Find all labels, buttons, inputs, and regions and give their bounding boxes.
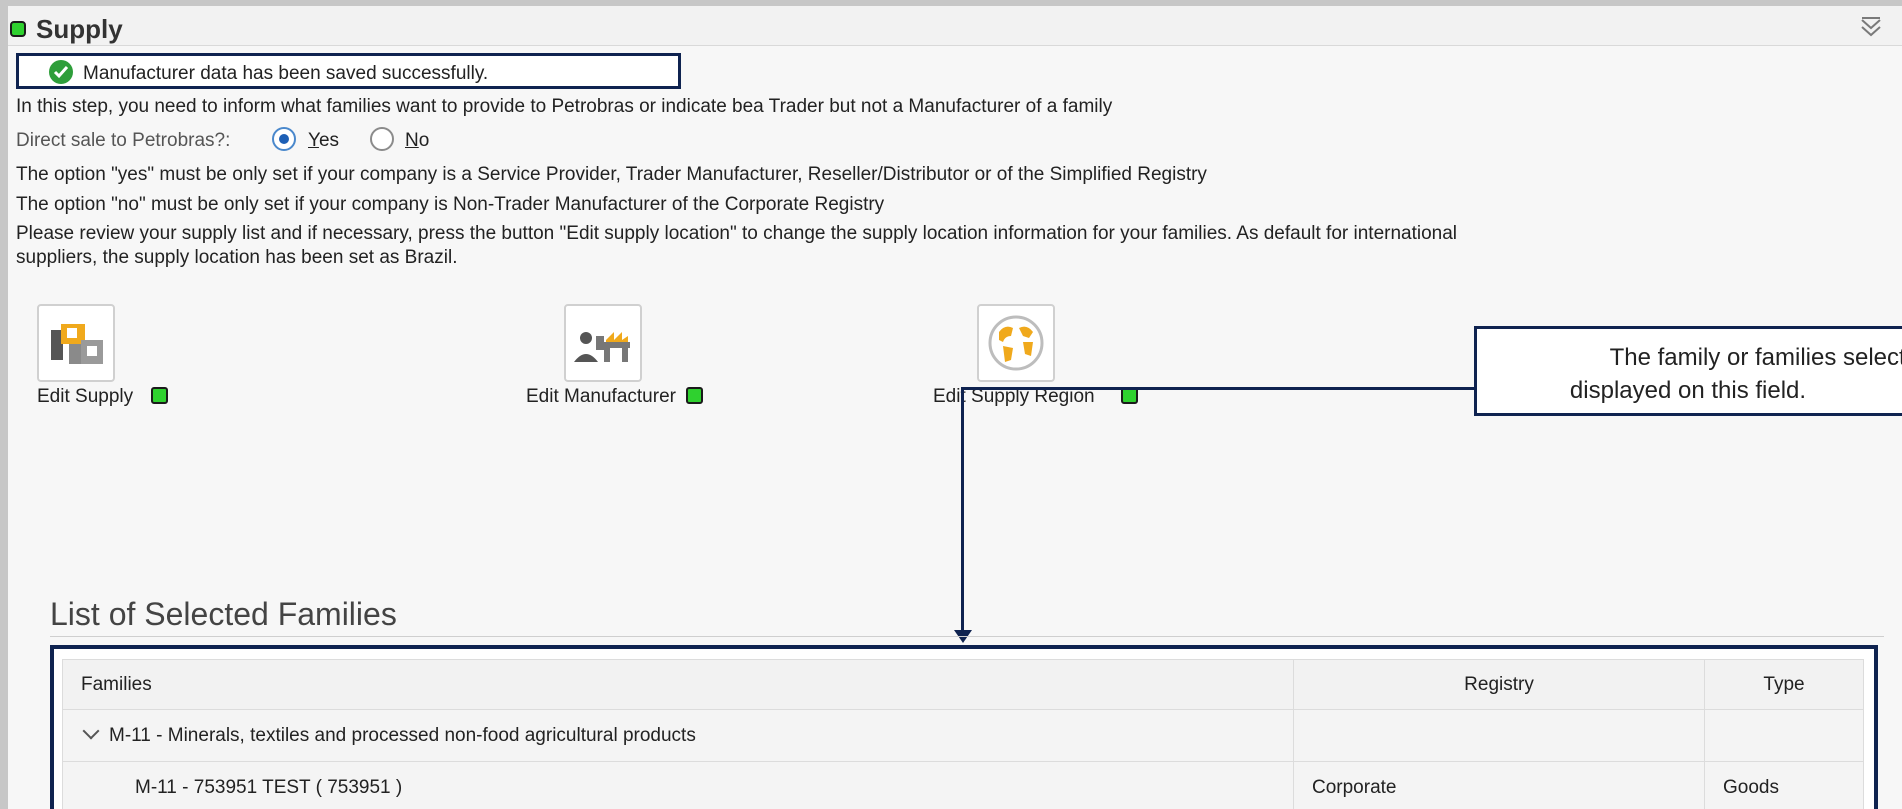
table-group-row[interactable]: M-11 - Minerals, textiles and processed …	[62, 709, 1864, 762]
families-table: Families Registry Type M-11 - Minerals, …	[62, 659, 1864, 809]
panel-title: Supply	[36, 14, 123, 44]
edit-supply-button[interactable]	[37, 304, 115, 382]
edit-supply-region-button[interactable]	[977, 304, 1055, 382]
edit-supply-label[interactable]: Edit Supply	[37, 386, 133, 408]
table-header-row: Families Registry Type	[62, 659, 1864, 710]
direct-sale-yes-radio[interactable]	[272, 127, 296, 151]
note-supply-location: Please review your supply list and if ne…	[16, 223, 1458, 244]
table-row[interactable]: M-11 - 753951 TEST ( 753951 ) Corporate …	[62, 761, 1864, 809]
section-divider	[50, 636, 1884, 637]
edit-manufacturer-button[interactable]	[564, 304, 642, 382]
edit-manufacturer-status-icon	[686, 387, 703, 404]
success-message-box: Manufacturer data has been saved success…	[16, 53, 681, 89]
family-cell: M-11 - 753951 TEST ( 753951 )	[62, 761, 1294, 809]
direct-sale-no-radio[interactable]	[370, 127, 394, 151]
group-registry-cell	[1293, 709, 1705, 762]
group-cell[interactable]: M-11 - Minerals, textiles and processed …	[62, 709, 1294, 762]
edit-manufacturer-label[interactable]: Edit Manufacturer	[526, 386, 676, 408]
panel-header[interactable]: Supply	[8, 6, 1902, 46]
group-type-cell	[1704, 709, 1864, 762]
supply-icon	[51, 324, 103, 364]
column-header-type[interactable]: Type	[1704, 659, 1864, 710]
column-header-families[interactable]: Families	[62, 659, 1294, 710]
collapse-icon[interactable]	[1856, 14, 1886, 40]
edit-supply-status-icon	[151, 387, 168, 404]
families-section-title: List of Selected Families	[50, 596, 397, 632]
success-message: Manufacturer data has been saved success…	[83, 63, 489, 84]
manufacturer-icon	[574, 332, 630, 362]
chevron-down-icon[interactable]	[82, 722, 100, 739]
callout-connector-vertical	[961, 387, 964, 632]
group-label: M-11 - Minerals, textiles and processed …	[109, 724, 696, 746]
panel-status-icon	[10, 21, 26, 37]
note-no-option: The option "no" must be only set if your…	[16, 194, 885, 215]
type-cell: Goods	[1704, 761, 1864, 809]
callout-box: The family or families selected w displa…	[1474, 326, 1902, 416]
column-header-registry[interactable]: Registry	[1293, 659, 1705, 710]
note-yes-option: The option "yes" must be only set if you…	[16, 164, 1207, 185]
intro-text: In this step, you need to inform what fa…	[16, 96, 1113, 117]
registry-cell: Corporate	[1293, 761, 1705, 809]
note-supply-location-cont: suppliers, the supply location has been …	[16, 247, 458, 268]
success-check-icon	[49, 60, 73, 84]
callout-text: The family or families selected w displa…	[1569, 344, 1902, 404]
direct-sale-label: Direct sale to Petrobras?:	[16, 130, 231, 151]
globe-icon	[988, 315, 1044, 371]
direct-sale-no-label[interactable]: No	[405, 130, 429, 152]
direct-sale-yes-label[interactable]: Yes	[308, 130, 339, 152]
families-table-highlight: Families Registry Type M-11 - Minerals, …	[50, 645, 1878, 809]
